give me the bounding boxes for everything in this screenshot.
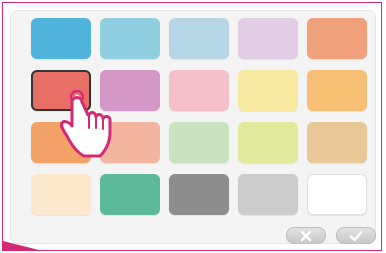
corner-tab-decoration [3, 241, 43, 251]
color-swatch[interactable] [307, 70, 367, 111]
color-swatch[interactable] [169, 18, 229, 59]
color-swatch[interactable] [238, 70, 298, 111]
color-swatch[interactable] [31, 174, 91, 215]
ok-button[interactable] [336, 227, 376, 244]
close-icon [300, 230, 312, 242]
color-swatch[interactable] [100, 174, 160, 215]
check-icon [349, 230, 363, 242]
color-swatch[interactable] [307, 174, 367, 215]
cancel-button[interactable] [286, 227, 326, 244]
color-swatch[interactable] [31, 18, 91, 59]
color-swatch[interactable] [238, 122, 298, 163]
color-swatch[interactable] [169, 174, 229, 215]
color-swatch[interactable] [238, 174, 298, 215]
color-swatch[interactable] [307, 18, 367, 59]
color-swatch[interactable] [100, 18, 160, 59]
color-swatch[interactable] [169, 122, 229, 163]
color-swatch[interactable] [307, 122, 367, 163]
color-swatch[interactable] [238, 18, 298, 59]
color-swatch[interactable] [169, 70, 229, 111]
pointing-hand-icon [58, 82, 120, 164]
